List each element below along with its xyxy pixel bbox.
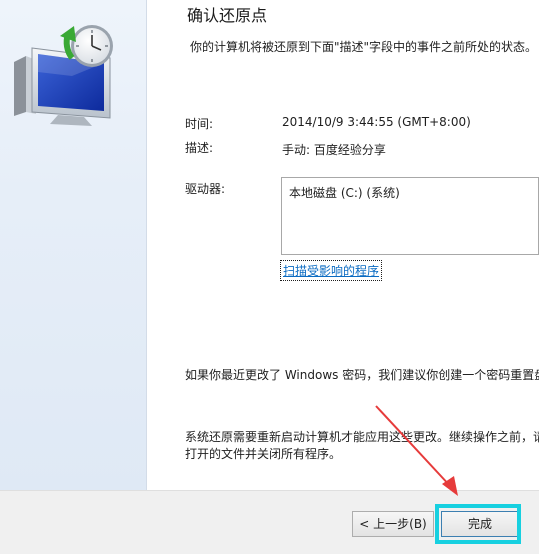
restart-note-line1: 系统还原需要重新启动计算机才能应用这些更改。继续操作之前，请 [185,430,539,444]
red-arrow-annotation [375,405,458,496]
system-restore-icon [14,25,113,126]
back-button[interactable]: < 上一步(B) [352,511,434,537]
description-label: 描述: [185,141,214,155]
drives-label: 驱动器: [185,182,226,196]
restart-note-line2: 打开的文件并关闭所有程序。 [185,447,342,461]
password-reset-note: 如果你最近更改了 Windows 密码，我们建议你创建一个密码重置盘 [185,368,539,382]
page-title: 确认还原点 [187,6,268,25]
time-value: 2014/10/9 3:44:55 (GMT+8:00) [282,115,471,129]
restore-description-text: 你的计算机将被还原到下面"描述"字段中的事件之前所处的状态。 [190,40,538,54]
finish-button-highlight [435,504,521,544]
scan-affected-programs-link[interactable]: 扫描受影响的程序 [279,260,383,281]
time-label: 时间: [185,117,214,131]
drive-item[interactable]: 本地磁盘 (C:) (系统) [289,184,400,201]
wizard-content: 确认还原点 你的计算机将被还原到下面"描述"字段中的事件之前所处的状态。 时间:… [147,0,539,490]
drives-list[interactable]: 本地磁盘 (C:) (系统) [281,177,539,255]
description-value: 手动: 百度经验分享 [282,143,386,157]
wizard-side-panel [0,0,147,490]
